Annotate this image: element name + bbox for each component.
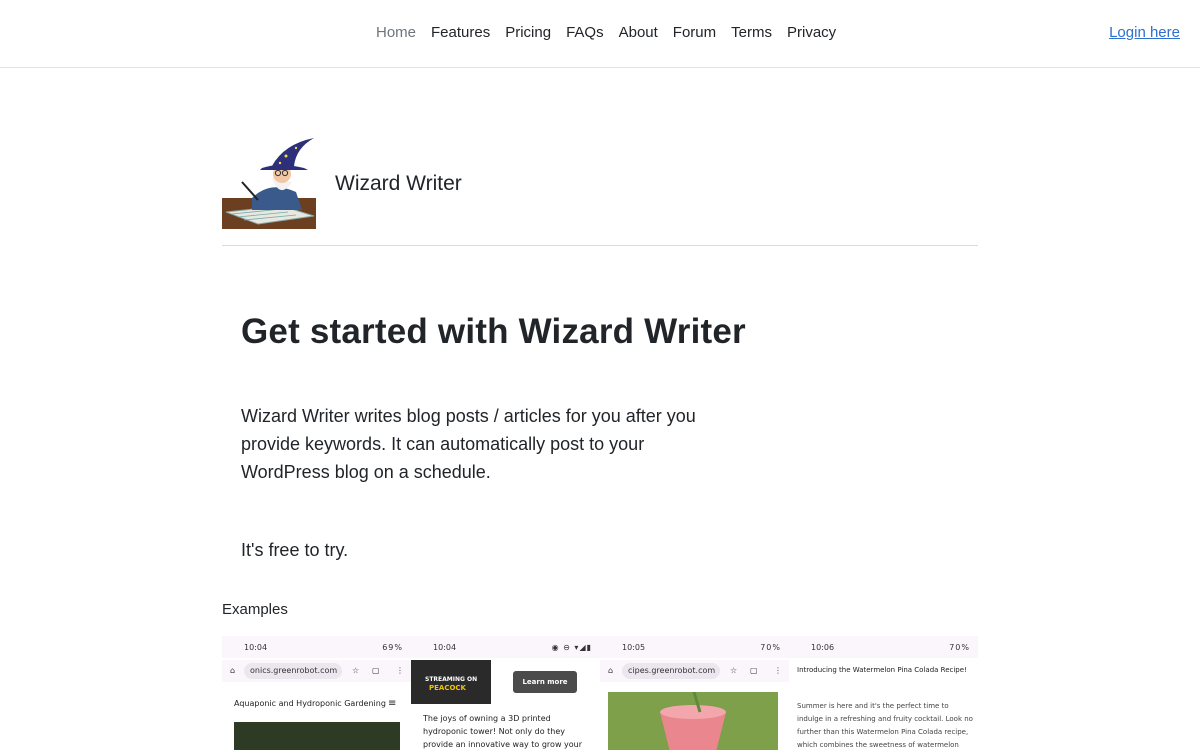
examples-label: Examples (222, 601, 288, 618)
nav-terms[interactable]: Terms (731, 24, 772, 41)
nav-forum[interactable]: Forum (673, 24, 716, 41)
nav-home[interactable]: Home (376, 24, 416, 41)
phone-status-bar: 10:04 ◉ ⊖ ▾◢▮ (411, 636, 600, 658)
status-time: 10:05 (622, 643, 646, 652)
home-icon: ⌂ (230, 666, 236, 675)
phone-status-bar: 10:04 69% (222, 636, 411, 658)
top-navbar: Home Features Pricing FAQs About Forum T… (0, 0, 1200, 68)
article-text: Summer is here and it's the perfect time… (797, 702, 973, 749)
browser-url-bar: ⌂ cipes.greenrobot.com ☆ ▢ ⋮ (600, 660, 789, 682)
examples-gallery: 10:04 69% ⌂ onics.greenrobot.com ☆ ▢ ⋮ A… (222, 636, 978, 750)
example-screenshot-4[interactable]: 10:06 70% Introducing the Watermelon Pin… (789, 636, 978, 750)
star-icon: ☆ (730, 666, 738, 675)
nav-about[interactable]: About (619, 24, 658, 41)
ad-line-2: PEACOCK (429, 684, 466, 692)
free-to-try-text: It's free to try. (241, 540, 349, 560)
nav-features[interactable]: Features (431, 24, 490, 41)
status-time: 10:04 (433, 643, 457, 652)
brand-name[interactable]: Wizard Writer (335, 172, 462, 196)
status-battery: 69% (382, 643, 403, 652)
login-link[interactable]: Login here (1109, 24, 1180, 41)
menu-dots-icon: ⋮ (396, 666, 404, 675)
status-time: 10:04 (244, 643, 268, 652)
menu-dots-icon: ⋮ (774, 666, 782, 675)
article-text: The joys of owning a 3D printed hydropon… (423, 714, 583, 749)
article-photo (234, 722, 400, 750)
example-screenshot-3[interactable]: 10:05 70% ⌂ cipes.greenrobot.com ☆ ▢ ⋮ (600, 636, 789, 750)
status-time: 10:06 (811, 643, 835, 652)
status-battery: 70% (760, 643, 781, 652)
home-icon: ⌂ (608, 666, 614, 675)
phone-status-bar: 10:05 70% (600, 636, 789, 658)
nav-faqs[interactable]: FAQs (566, 24, 604, 41)
smoothie-photo (608, 692, 778, 750)
tabs-icon: ▢ (750, 666, 758, 675)
hero-description: Wizard Writer writes blog posts / articl… (241, 406, 696, 482)
article-heading: Aquaponic and Hydroponic Gardening (234, 699, 386, 708)
hero-title: Get started with Wizard Writer (241, 312, 746, 351)
nav-privacy[interactable]: Privacy (787, 24, 836, 41)
ad-line-1: STREAMING ON (425, 676, 478, 683)
brand-header: Wizard Writer (222, 136, 978, 246)
example-screenshot-1[interactable]: 10:04 69% ⌂ onics.greenrobot.com ☆ ▢ ⋮ A… (222, 636, 411, 750)
star-icon: ☆ (352, 666, 360, 675)
url-text: onics.greenrobot.com (244, 663, 342, 679)
phone-status-bar: 10:06 70% (789, 636, 978, 658)
example-screenshot-2[interactable]: 10:04 ◉ ⊖ ▾◢▮ STREAMING ON PEACOCK Learn… (411, 636, 600, 750)
tabs-icon: ▢ (372, 666, 380, 675)
nav-pricing[interactable]: Pricing (505, 24, 551, 41)
status-icons: ◉ ⊖ ▾◢▮ (551, 643, 592, 652)
nav-links: Home Features Pricing FAQs About Forum T… (376, 24, 851, 41)
article-heading: Introducing the Watermelon Pina Colada R… (797, 666, 967, 674)
url-text: cipes.greenrobot.com (622, 663, 720, 679)
browser-url-bar: ⌂ onics.greenrobot.com ☆ ▢ ⋮ (222, 660, 411, 682)
ad-banner[interactable]: STREAMING ON PEACOCK (411, 660, 491, 704)
wizard-logo-image[interactable] (222, 136, 316, 229)
status-battery: 70% (949, 643, 970, 652)
hamburger-icon: ≡ (388, 698, 397, 709)
learn-more-button[interactable]: Learn more (513, 671, 577, 693)
